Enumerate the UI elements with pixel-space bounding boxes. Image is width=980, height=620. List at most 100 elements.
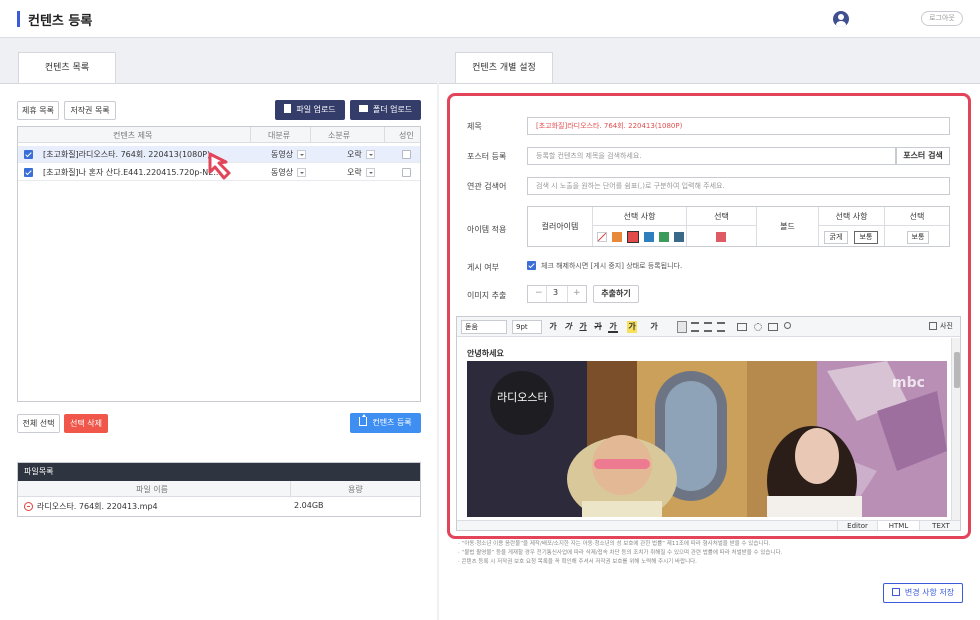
extract-label: 이미지 추출 (467, 291, 507, 300)
item-label: 아이템 적용 (467, 225, 507, 234)
save-changes-label: 변경 사항 저장 (904, 588, 955, 597)
col-major: 대분류 (268, 131, 291, 140)
col-file-size: 용량 (348, 485, 363, 494)
align-justify-icon[interactable] (717, 322, 725, 332)
legal-notes: · “아동·청소년 이용 음란물”을 제작/배포/소지한 자는 아동·청소년의 … (458, 540, 963, 567)
col-adult: 성인 (399, 131, 414, 140)
note-line: · 콘텐츠 등록 시 저작권 보호 요청 목록을 꼭 확인해 주셔서 저작권 보… (458, 559, 697, 565)
logout-button[interactable]: 로그아웃 (921, 11, 963, 26)
no-color-swatch[interactable] (597, 232, 607, 242)
bold-tool[interactable]: 가 (548, 321, 558, 333)
poster-search-input[interactable]: 등록할 컨텐츠의 제목을 검색하세요. (527, 147, 896, 165)
title-accent-bar (17, 11, 20, 27)
search-icon[interactable] (784, 322, 791, 329)
font-select-value: 돋움 (465, 323, 478, 331)
font-select[interactable]: 돋움 (461, 320, 507, 334)
minor-dropdown[interactable] (366, 168, 375, 177)
row-checkbox[interactable] (24, 168, 33, 177)
editor-content-text[interactable]: 안녕하세요 (467, 348, 504, 359)
editor-mode-tabs: Editor HTML TEXT (457, 520, 960, 530)
title-label: 제목 (467, 122, 482, 131)
font-color-tool[interactable]: 가 (608, 321, 618, 333)
folder-upload-button[interactable]: 폴더 업로드 (350, 100, 421, 120)
tab-content-list[interactable]: 컨텐츠 목록 (18, 52, 116, 83)
scrollbar-thumb[interactable] (954, 352, 960, 388)
poster-search-button[interactable]: 포스터 검색 (896, 147, 950, 165)
folder-upload-label: 폴더 업로드 (372, 105, 413, 114)
save-icon (891, 588, 900, 596)
file-name: 라디오스타. 764회. 220413.mp4 (37, 502, 158, 511)
adult-checkbox[interactable] (402, 150, 411, 159)
bold-option-public[interactable]: 굵게 (824, 231, 848, 244)
col-minor: 소분류 (328, 131, 351, 140)
keyword-label: 연관 검색어 (467, 182, 507, 191)
row-checkbox[interactable] (24, 150, 33, 159)
poster-label: 포스터 등록 (467, 152, 507, 161)
photo-button[interactable]: 사진 (940, 321, 953, 331)
register-content-button[interactable]: 컨텐츠 등록 (350, 413, 421, 433)
superscript-tool[interactable]: 가 (647, 321, 661, 333)
align-left-icon[interactable] (677, 321, 687, 333)
editor-toolbar: 돋움 9pt 가 가 가 가 가 가 가 사진 (457, 317, 960, 337)
note-line: · “아동·청소년 이용 음란물”을 제작/배포/소지한 자는 아동·청소년의 … (458, 541, 771, 547)
user-icon[interactable] (833, 11, 849, 27)
align-center-icon[interactable] (691, 322, 699, 332)
italic-tool[interactable]: 가 (563, 321, 573, 333)
select-all-button[interactable]: 전체 선택 (17, 414, 60, 433)
decrement-button[interactable]: − (535, 288, 543, 298)
size-select-value: 9pt (516, 323, 528, 331)
selected-color-swatch (716, 232, 726, 242)
increment-button[interactable]: + (573, 288, 581, 298)
row-major: 동영상 (271, 168, 294, 177)
tab-text[interactable]: TEXT (919, 521, 960, 530)
embedded-video-frame: 라디오스타 mbc (467, 361, 947, 517)
delete-selected-button[interactable]: 선택 삭제 (64, 414, 108, 433)
strike-tool[interactable]: 가 (593, 321, 603, 333)
photo-icon[interactable] (929, 322, 937, 330)
table-icon[interactable] (768, 323, 778, 331)
file-upload-button[interactable]: 파일 업로드 (275, 100, 345, 120)
color-swatch-green[interactable] (659, 232, 669, 242)
keyword-input[interactable]: 검색 시 노출을 원하는 단어를 쉼표(,)로 구분하여 입력해 주세요. (527, 177, 950, 195)
title-input[interactable]: [초고화질]라디오스타. 764회. 220413(1080P) (527, 117, 950, 135)
post-checkbox[interactable] (527, 261, 536, 270)
top-bar: 컨텐츠 등록 로그아웃 (0, 0, 980, 38)
col-file-name: 파일 이름 (136, 485, 168, 494)
link-icon[interactable] (737, 323, 747, 331)
register-label: 컨텐츠 등록 (372, 418, 412, 427)
adult-checkbox[interactable] (402, 168, 411, 177)
highlight-tool[interactable]: 가 (627, 321, 637, 333)
file-size: 2.04GB (294, 501, 324, 510)
minor-dropdown[interactable] (366, 150, 375, 159)
extract-button[interactable]: 추출하기 (593, 285, 639, 303)
tab-html[interactable]: HTML (877, 521, 919, 530)
overlay-title: 라디오스타 (497, 391, 548, 404)
save-changes-button[interactable]: 변경 사항 저장 (883, 583, 963, 603)
editor-scrollbar[interactable] (951, 338, 960, 520)
color-swatch-blue[interactable] (644, 232, 654, 242)
size-select[interactable]: 9pt (512, 320, 542, 334)
extract-stepper: − 3 + (527, 285, 587, 303)
extract-count[interactable]: 3 (553, 288, 558, 297)
file-row[interactable]: 라디오스타. 764회. 220413.mp4 2.04GB (18, 497, 420, 516)
row-major: 동영상 (271, 150, 294, 159)
underline-tool[interactable]: 가 (578, 321, 588, 333)
folder-icon (358, 105, 368, 112)
color-swatch-red[interactable] (627, 231, 639, 243)
remove-file-icon[interactable] (24, 502, 33, 511)
file-list-header: 파일 이름 용량 (18, 481, 420, 497)
color-swatch-teal[interactable] (674, 232, 684, 242)
color-swatch-orange[interactable] (612, 232, 622, 242)
row-minor: 오락 (347, 150, 362, 159)
item-table: 컬러아이템 선택 사항 선택 볼드 선택 사항 선택 굵게 보통 보통 (527, 206, 950, 247)
partner-list-button[interactable]: 제휴 목록 (17, 101, 59, 120)
tab-editor[interactable]: Editor (837, 521, 877, 530)
tab-content-settings[interactable]: 컨텐츠 개별 설정 (455, 52, 553, 83)
color-item-cell: 컬러아이템 (528, 207, 593, 246)
special-char-icon[interactable] (754, 323, 762, 331)
major-dropdown[interactable] (297, 150, 306, 159)
copyright-list-button[interactable]: 저작권 목록 (64, 101, 116, 120)
align-right-icon[interactable] (704, 322, 712, 332)
bold-option-normal[interactable]: 보통 (854, 231, 878, 244)
major-dropdown[interactable] (297, 168, 306, 177)
